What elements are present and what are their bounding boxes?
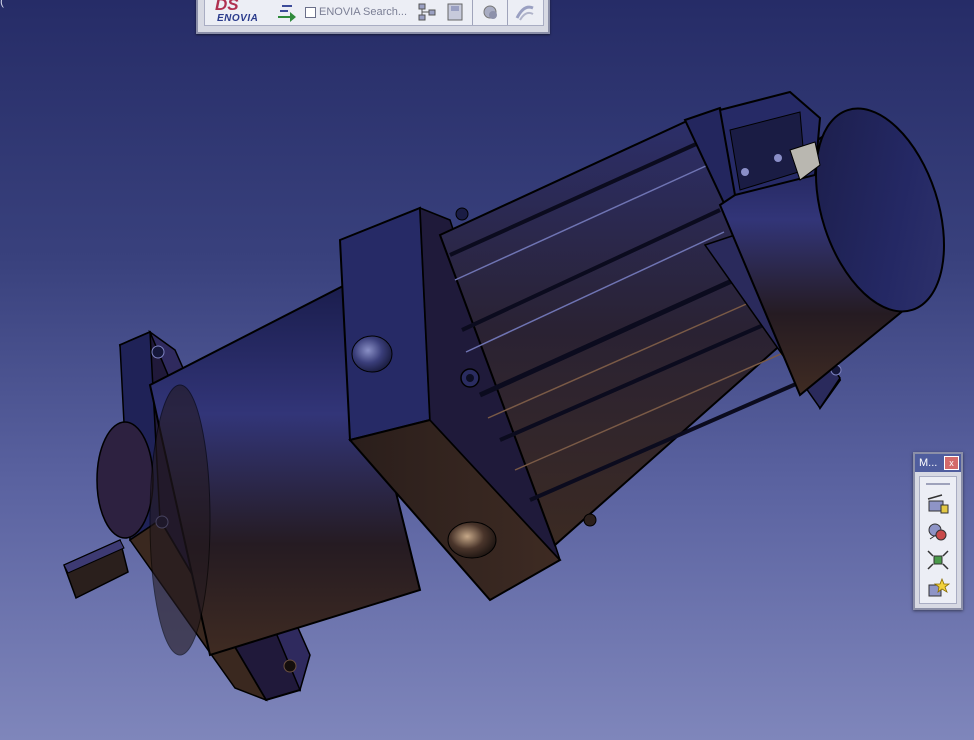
structure-icon[interactable] <box>416 1 438 23</box>
measure-toolbar-title: M... <box>919 457 938 469</box>
output-shaft <box>63 538 129 600</box>
stray-text: ( <box>0 0 4 8</box>
search-checkbox[interactable] <box>305 6 316 18</box>
toolbar-separator <box>507 0 509 25</box>
measure-toolbar-titlebar[interactable]: M... x <box>915 454 961 472</box>
new-part-icon[interactable] <box>923 575 953 601</box>
measure-toolbar-body <box>919 476 957 604</box>
toolbar-separator <box>472 0 474 25</box>
ds-enovia-logo[interactable]: DS ENOVIA <box>213 0 273 25</box>
hyperlink-icon[interactable] <box>514 1 536 23</box>
toolbar-grip[interactable] <box>926 483 950 485</box>
enovia-search-label[interactable]: ENOVIA Search... <box>319 6 407 18</box>
toolbar-inner: DS ENOVIA ENOVIA Search... <box>204 0 544 26</box>
fit-all-icon[interactable] <box>923 547 953 573</box>
3d-viewport[interactable] <box>0 0 974 740</box>
flow-arrows-icon[interactable] <box>276 1 298 23</box>
measure-icon[interactable] <box>923 491 953 517</box>
motor-model[interactable] <box>0 0 974 740</box>
enovia-toolbar: DS ENOVIA ENOVIA Search... <box>196 0 550 34</box>
logo-enovia-text: ENOVIA <box>217 13 259 24</box>
inertia-icon[interactable] <box>923 519 953 545</box>
measure-toolbar[interactable]: M... x <box>913 452 963 610</box>
refresh-icon[interactable] <box>479 1 501 23</box>
save-doc-icon[interactable] <box>444 1 466 23</box>
close-button[interactable]: x <box>944 456 959 470</box>
